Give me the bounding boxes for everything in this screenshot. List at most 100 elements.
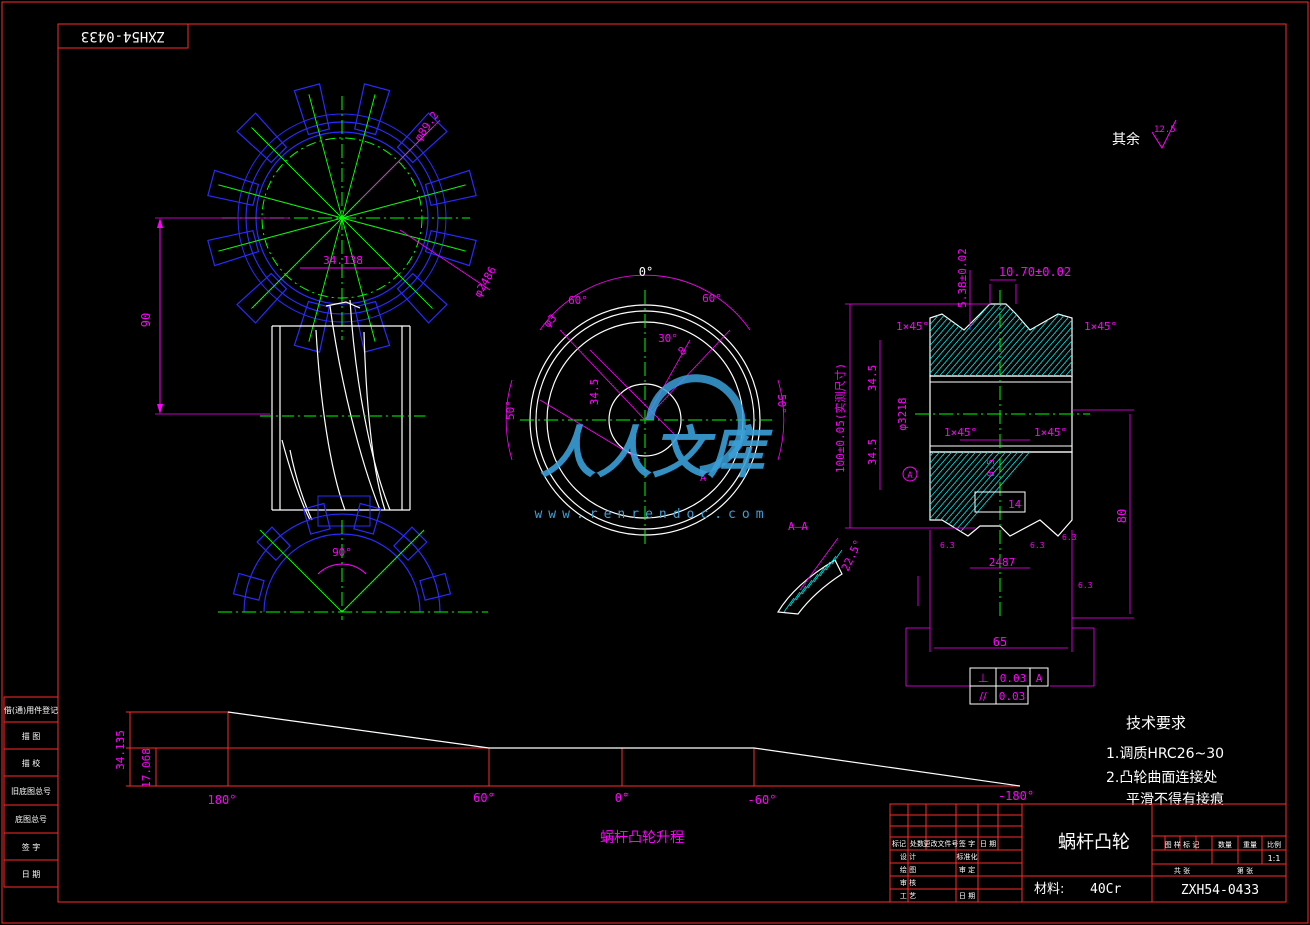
side-row-2: 描 校 bbox=[22, 758, 41, 768]
side-register-table: 借(通)用件登记 描 图 描 校 旧底图总号 底图总号 签 字 日 期 bbox=[3, 696, 59, 888]
side-row-1: 描 图 bbox=[22, 731, 41, 741]
cam-angle-30: 30° bbox=[658, 332, 678, 345]
dim-height-80: 80 bbox=[1115, 509, 1129, 523]
tech-line-2: 2.凸轮曲面连接处 bbox=[1106, 769, 1217, 786]
section-hatch bbox=[930, 452, 1072, 536]
gear-tooth bbox=[353, 502, 382, 535]
section-hatch bbox=[807, 573, 819, 589]
section-hatch bbox=[930, 304, 1053, 376]
gt1-symbol: ⊥ bbox=[978, 671, 988, 685]
tb-r-date: 日 期 bbox=[959, 892, 975, 900]
tb-c-stage: 图 样 标 记 bbox=[1165, 840, 1200, 849]
chamfer-inner-right: 1×45° bbox=[1034, 426, 1067, 439]
tb-c-qty: 数量 bbox=[1218, 840, 1232, 849]
top-drawing-number: ZXH54-0433 bbox=[81, 28, 165, 44]
tech-line-3: 平滑不得有接痕 bbox=[1126, 791, 1224, 808]
dim-05: 0.5 bbox=[986, 459, 997, 477]
cam-angle-50-left: 50° bbox=[504, 400, 517, 420]
cam-dim-phi3: φ3 bbox=[541, 312, 560, 331]
lift-y-34135: 34.135 bbox=[114, 730, 127, 770]
cam-angle-60-left: 60° bbox=[568, 294, 588, 307]
dim-total: 100±0.05(实测尺寸) bbox=[833, 363, 847, 473]
section-hatch bbox=[930, 452, 1071, 536]
gt1-value: 0.03 bbox=[1000, 672, 1027, 685]
chamfer-left: 1×45° bbox=[896, 320, 929, 333]
cam-dim-345: 34.5 bbox=[588, 379, 601, 406]
section-hatch bbox=[930, 304, 1023, 376]
side-row-4: 底图总号 bbox=[15, 814, 47, 824]
dim-upper: 34.5 bbox=[866, 365, 879, 392]
side-row-3: 旧底图总号 bbox=[11, 786, 51, 796]
gear-view: 90 34.138 φ89.2 φ2486 90° bbox=[139, 83, 499, 620]
side-row-0: 借(通)用件登记 bbox=[4, 705, 58, 715]
dim-bore: φ3218 bbox=[896, 397, 909, 430]
gt2-value: 0.03 bbox=[999, 690, 1026, 703]
cad-drawing: ZXH54-0433 借(通)用件登记 描 图 描 校 旧底图总号 底图总号 签… bbox=[1, 1, 1309, 924]
lift-y-17068: 17.068 bbox=[140, 748, 153, 788]
section-hatch bbox=[783, 597, 795, 613]
tb-c-sheet: 第 张 bbox=[1237, 866, 1253, 875]
datum-a: A bbox=[907, 471, 913, 481]
section-hatch bbox=[930, 304, 1072, 376]
section-hatch bbox=[930, 304, 1041, 376]
section-hatch bbox=[930, 304, 1071, 376]
dim-14: 14 bbox=[1008, 498, 1022, 511]
gt2-symbol: // bbox=[979, 690, 987, 703]
tb-r-check: 审 核 bbox=[900, 878, 916, 887]
tb-c-ratio: 比例 bbox=[1267, 840, 1281, 849]
tb-r-review: 审 定 bbox=[959, 865, 975, 874]
roughness-4: 6.3 bbox=[1078, 581, 1093, 590]
tech-line-1: 1.调质HRC26~30 bbox=[1106, 746, 1224, 762]
dim-vert: 5.38±0.02 bbox=[956, 248, 969, 308]
lift-x-180: 180° bbox=[208, 793, 237, 807]
section-hatch bbox=[930, 452, 993, 536]
lift-x-neg60: -60° bbox=[748, 793, 777, 807]
title-drawing-number: ZXH54-0433 bbox=[1181, 883, 1259, 898]
chamfer-inner-left: 1×45° bbox=[944, 426, 977, 439]
section-angle-dim: 22.5° bbox=[839, 538, 865, 574]
scale-value: 1:1 bbox=[1268, 854, 1281, 863]
gear-root-dia: φ2486 bbox=[471, 264, 499, 299]
lift-x-0: 0° bbox=[615, 791, 629, 805]
cam-angle-0: 0° bbox=[639, 265, 653, 279]
tb-r-draw: 绘 图 bbox=[900, 865, 916, 874]
section-hatch bbox=[935, 452, 1072, 536]
section-hatch bbox=[825, 555, 837, 571]
gear-tooth bbox=[232, 572, 265, 601]
gear-tooth bbox=[419, 572, 452, 601]
lift-caption: 蜗杆凸轮升程 bbox=[600, 830, 684, 846]
cam-angle-50-right: 50° bbox=[775, 394, 788, 414]
dim-width-65: 65 bbox=[993, 635, 1007, 649]
lift-x-neg180: -180° bbox=[998, 789, 1034, 803]
section-hatch bbox=[930, 452, 1072, 536]
tb-h-file: 更改文件号 bbox=[924, 839, 959, 848]
part-name: 蜗杆凸轮 bbox=[1058, 832, 1130, 853]
tb-r-std: 标准化 bbox=[957, 852, 978, 861]
section-hatch bbox=[930, 304, 1072, 376]
section-hatch bbox=[930, 304, 1047, 376]
cam-angle-60-right: 60° bbox=[702, 292, 722, 305]
section-title: A—A bbox=[788, 520, 808, 533]
section-hatch bbox=[930, 304, 1072, 376]
tb-h-count: 处数 bbox=[910, 839, 924, 848]
section-hatch bbox=[930, 304, 993, 376]
dim-2487: 2487 bbox=[989, 556, 1016, 569]
cam-dim-8: 8 bbox=[676, 344, 689, 358]
section-hatch bbox=[930, 452, 1053, 536]
tb-c-total: 共 张 bbox=[1174, 866, 1190, 875]
tb-h-date: 日 期 bbox=[980, 840, 996, 848]
gear-tooth bbox=[302, 502, 331, 535]
gt1-ref: A bbox=[1036, 672, 1043, 685]
tb-h-sign: 签 字 bbox=[959, 839, 975, 848]
tb-r-design: 设 计 bbox=[900, 852, 916, 861]
material-label: 材料: bbox=[1034, 882, 1064, 897]
section-hatch bbox=[930, 452, 1072, 536]
dim-lower: 34.5 bbox=[866, 439, 879, 466]
gear-height-dim: 90 bbox=[139, 313, 153, 327]
surface-roughness-value: 12.5 bbox=[1154, 125, 1176, 135]
lift-x-60: 60° bbox=[473, 791, 495, 805]
chamfer-right: 1×45° bbox=[1084, 320, 1117, 333]
tb-r-process: 工 艺 bbox=[900, 892, 916, 900]
watermark-brand: 人人文库 bbox=[540, 421, 773, 486]
gear-angle-dim: 90° bbox=[332, 546, 352, 559]
